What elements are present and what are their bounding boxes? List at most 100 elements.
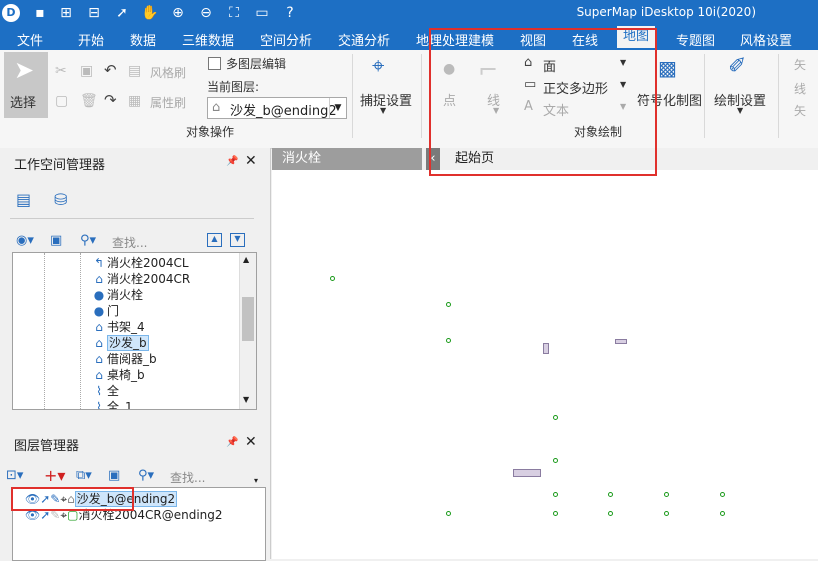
hydrant-point[interactable] [663, 511, 669, 517]
hydrant-point[interactable] [552, 511, 558, 517]
right-item-2[interactable]: 线 [794, 80, 806, 97]
close-icon[interactable]: ✕ [245, 153, 257, 169]
text-icon[interactable]: A [524, 100, 533, 113]
copy-icon[interactable]: ▢ [55, 94, 68, 108]
face-icon[interactable]: ⌂ [524, 56, 532, 69]
tree-item[interactable]: ⌂ 借阅器_b [91, 350, 156, 366]
add-layer-icon[interactable]: ⊡▾ [6, 468, 23, 483]
scrollbar[interactable]: ▲ ▼ [239, 253, 256, 409]
hydrant-point[interactable] [552, 414, 558, 420]
database-tab-icon[interactable]: ⛁ [54, 190, 67, 209]
hydrant-point[interactable] [663, 491, 669, 497]
chevron-down-icon[interactable]: ▼ [243, 395, 249, 404]
chevron-down-icon[interactable]: ▼ [620, 58, 626, 67]
chevron-left-icon[interactable]: ‹ [426, 148, 440, 170]
redo-icon[interactable]: ↷ [104, 93, 117, 108]
pin-icon[interactable]: 📌 [226, 156, 238, 167]
face-button[interactable]: 面 [543, 56, 556, 75]
help-icon[interactable]: ? [280, 3, 300, 23]
hydrant-point[interactable] [720, 511, 726, 517]
close-icon[interactable]: ✕ [245, 434, 257, 450]
chevron-down-icon[interactable]: ▼ [737, 106, 743, 115]
chevron-down-icon[interactable]: ▼ [493, 106, 499, 115]
tree-item[interactable]: ⌂ 书架_4 [91, 318, 144, 334]
add-icon[interactable]: +▾ [44, 466, 65, 485]
search-icon[interactable]: ⚲▾ [138, 468, 154, 483]
hydrant-point[interactable] [446, 301, 452, 307]
visible-eye-icon[interactable]: 👁 [25, 492, 40, 506]
undo-icon[interactable]: ↶ [104, 63, 117, 78]
menu-style-settings[interactable]: 风格设置 [734, 29, 798, 50]
tab-start-page[interactable]: 起始页 [447, 148, 502, 170]
layer-item[interactable]: 👁➚✎⌖⌂ 沙发_b@ending2 [25, 490, 178, 507]
map-canvas[interactable] [272, 170, 818, 559]
chevron-down-icon[interactable]: ▼ [620, 102, 626, 111]
hydrant-point[interactable] [720, 491, 726, 497]
search-icon[interactable]: ⚲▾ [80, 233, 96, 248]
tree-item-selected[interactable]: ⌂ 沙发_b [91, 334, 149, 351]
hydrant-point[interactable] [552, 457, 558, 463]
attr-brush-label[interactable]: 属性刷 [150, 94, 186, 111]
menu-view[interactable]: 视图 [514, 29, 552, 50]
pan-hand-icon[interactable]: ✋ [140, 3, 160, 23]
sofa-region[interactable] [543, 343, 549, 354]
editable-pencil-icon[interactable]: ✎ [50, 508, 60, 522]
tree-item[interactable]: ⌂ 桌椅_b [91, 366, 144, 382]
new-window-icon[interactable]: ⊞ [56, 3, 76, 23]
menu-3d-data[interactable]: 三维数据 [176, 29, 240, 50]
tree-item[interactable]: ● 消火栓 [91, 286, 143, 302]
tree-item[interactable]: ● 门 [91, 302, 119, 318]
layer-search-input[interactable]: 查找... [170, 469, 205, 486]
chevron-down-icon[interactable]: ▾ [254, 476, 264, 486]
selectable-icon[interactable]: ➚ [40, 508, 50, 522]
draw-settings-icon[interactable]: ✐ [728, 56, 746, 78]
move-up-icon[interactable]: ▲ [207, 233, 222, 247]
workspace-search-input[interactable]: 查找... [112, 234, 147, 251]
attr-brush-icon[interactable]: ▦ [128, 94, 141, 108]
layer-style-icon[interactable]: ▣ [108, 468, 120, 483]
app-logo-icon[interactable]: D [2, 4, 20, 22]
full-extent-icon[interactable]: ⛶ [224, 3, 244, 23]
workspace-tree-tab-icon[interactable]: ▤ [16, 190, 31, 209]
hydrant-point[interactable] [330, 275, 336, 281]
tab-fire-hydrant-map[interactable]: 消火栓2004CR@ending2 [272, 148, 422, 188]
tree-item[interactable]: ⌇ 全_1 [91, 398, 133, 409]
menu-thematic[interactable]: 专题图 [670, 29, 721, 50]
select-button[interactable]: ➤ 选择 [4, 52, 48, 118]
symbol-drawing-button[interactable]: 符号化制图 [637, 90, 702, 109]
menu-data[interactable]: 数据 [124, 29, 162, 50]
zoom-out-icon[interactable]: ⊖ [196, 3, 216, 23]
chevron-up-icon[interactable]: ▲ [243, 255, 249, 264]
pointer-icon[interactable]: ➚ [112, 3, 132, 23]
visible-eye-icon[interactable]: 👁 [25, 508, 40, 522]
menu-online[interactable]: 在线 [566, 29, 604, 50]
hydrant-point[interactable] [608, 491, 614, 497]
current-layer-combo[interactable]: ⌂ 沙发_b@ending2 ▼ [207, 97, 347, 119]
multi-layer-edit-checkbox[interactable] [208, 57, 221, 70]
menu-map[interactable]: 地图 [617, 26, 656, 48]
right-item-1[interactable]: 矢 [794, 56, 806, 73]
ortho-polygon-icon[interactable]: ▭ [524, 78, 536, 91]
layer-group-icon[interactable]: ⧉▾ [76, 468, 92, 483]
tree-item[interactable]: ↰ 消火栓2004CL [91, 254, 189, 270]
cut-icon[interactable]: ✂ [55, 64, 67, 78]
chevron-down-icon[interactable]: ▼ [380, 106, 386, 115]
capture-icon[interactable]: ⌖ [372, 56, 384, 78]
menu-geoprocessing[interactable]: 地理处理建模 [410, 29, 500, 50]
view-icon[interactable]: ◉▾ [16, 233, 34, 248]
tree-item[interactable]: ⌇ 全 [91, 382, 119, 398]
text-button[interactable]: 文本 [543, 100, 569, 119]
layer-item[interactable]: 👁➚✎⌖▢消火栓2004CR@ending2 [25, 506, 223, 522]
menu-start[interactable]: 开始 [72, 29, 110, 50]
sofa-region[interactable] [513, 469, 541, 477]
point-icon[interactable]: ● [443, 62, 455, 76]
chevron-down-icon[interactable]: ▼ [329, 98, 346, 118]
style-brush-label[interactable]: 风格刷 [150, 64, 186, 81]
delete-icon[interactable]: 🗑 [80, 94, 98, 108]
point-button[interactable]: 点 [443, 90, 456, 109]
hydrant-point[interactable] [552, 491, 558, 497]
ortho-polygon-button[interactable]: 正交多边形 [543, 78, 608, 97]
tree-item[interactable]: ⌂ 消火栓2004CR [91, 270, 190, 286]
hydrant-point[interactable] [446, 511, 452, 517]
paste-icon[interactable]: ▣ [80, 64, 93, 78]
